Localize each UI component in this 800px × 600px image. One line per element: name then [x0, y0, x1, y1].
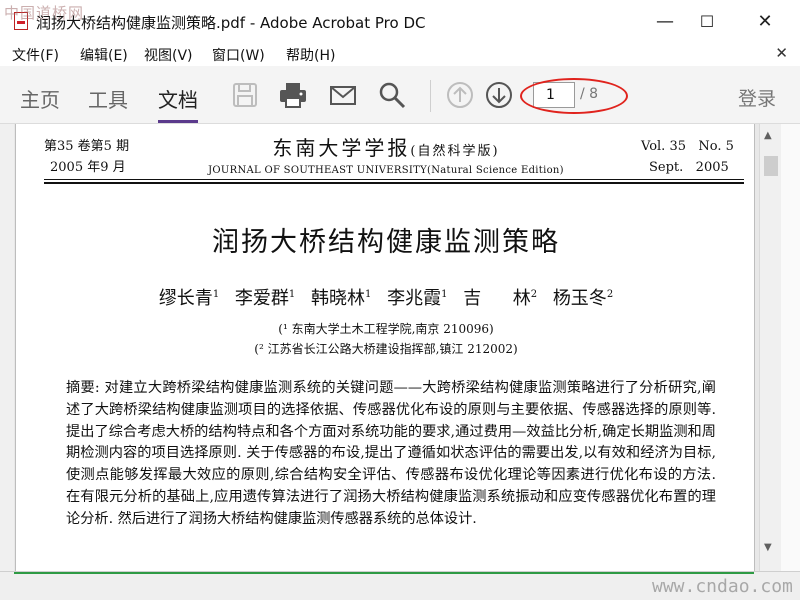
menu-bar: 文件(F) 编辑(E) 视图(V) 窗口(W) 帮助(H) ✕ [0, 44, 800, 66]
pdf-page: 第35 卷第5 期 2005 年9 月 东南大学学报(自然科学版) JOURNA… [15, 124, 755, 571]
author-list: 缪长青1 李爱群1 韩晓林1 李兆霞1 吉 林2 杨玉冬2 [16, 284, 756, 310]
login-button[interactable]: 登录 [738, 84, 776, 111]
scroll-up-arrow-icon[interactable]: ▲ [764, 130, 772, 141]
affiliation-1: (¹ 东南大学土木工程学院,南京 210096) [278, 322, 494, 336]
vertical-scrollbar[interactable]: ▲ ▼ [759, 124, 781, 571]
scrollbar-thumb[interactable] [764, 156, 778, 176]
active-tab-indicator [158, 120, 198, 123]
header-rule-thin [44, 179, 744, 180]
next-page-icon[interactable] [484, 80, 514, 110]
toolbar-separator [430, 80, 431, 112]
save-icon[interactable] [230, 80, 260, 110]
menu-file[interactable]: 文件(F) [12, 45, 59, 65]
search-icon[interactable] [377, 80, 407, 110]
abstract-text: 摘要: 对建立大跨桥梁结构健康监测系统的关键问题——大跨桥梁结构健康监测策略进行… [66, 380, 716, 527]
minimize-button[interactable]: — [652, 10, 678, 34]
close-document-button[interactable]: ✕ [775, 44, 788, 62]
journal-name-cn-sub: (自然科学版) [410, 144, 500, 159]
window-title: 润扬大桥结构健康监测策略.pdf - Adobe Acrobat Pro DC [36, 14, 426, 32]
menu-window[interactable]: 窗口(W) [212, 45, 265, 65]
paper-title: 润扬大桥结构健康监测策略 [212, 227, 560, 258]
author: 吉 林2 [463, 288, 538, 309]
issue-info: 第35 卷第5 期 2005 年9 月 [44, 136, 129, 178]
scroll-down-arrow-icon[interactable]: ▼ [764, 542, 772, 553]
author: 李爱群1 [234, 288, 296, 309]
maximize-button[interactable]: ☐ [694, 10, 720, 34]
affiliation-2: (² 江苏省长江公路大桥建设指挥部,镇江 212002) [254, 342, 518, 356]
issue-volume: 第35 卷第5 期 [44, 139, 130, 154]
menu-help[interactable]: 帮助(H) [286, 45, 335, 65]
prev-page-icon[interactable] [445, 80, 475, 110]
issue-info-en: Vol. 35 No. 5 Sept. 2005 [641, 136, 734, 178]
title-bar: 中国道桥网 润扬大桥结构健康监测策略.pdf - Adobe Acrobat P… [0, 0, 800, 44]
tab-home[interactable]: 主页 [20, 84, 60, 113]
author: 韩晓林1 [311, 288, 372, 309]
journal-header: 东南大学学报(自然科学版) JOURNAL OF SOUTHEAST UNIVE… [196, 132, 576, 176]
header-rule-thick [44, 182, 744, 184]
email-icon[interactable] [328, 80, 358, 110]
issue-date: 2005 年9 月 [50, 160, 126, 175]
toolbar: 主页 工具 文档 1 / 8 登录 [0, 66, 800, 124]
left-panel-edge [0, 124, 14, 571]
menu-view[interactable]: 视图(V) [144, 45, 193, 65]
watermark-url: www.cndao.com [652, 576, 793, 597]
right-panel-edge [781, 124, 800, 571]
date-en: Sept. 2005 [649, 160, 729, 175]
journal-name-en: JOURNAL OF SOUTHEAST UNIVERSITY(Natural … [208, 165, 564, 176]
journal-name-cn: 东南大学学报 [272, 136, 411, 160]
status-area: www.cndao.com [0, 571, 800, 600]
document-viewer[interactable]: 第35 卷第5 期 2005 年9 月 东南大学学报(自然科学版) JOURNA… [0, 124, 800, 571]
author: 缪长青1 [158, 288, 220, 309]
highlight-annotation-ellipse [520, 78, 628, 114]
tab-document[interactable]: 文档 [158, 84, 198, 113]
author: 杨玉冬2 [552, 288, 614, 309]
page-bottom-accent [14, 572, 754, 574]
volume-en: Vol. 35 No. 5 [641, 139, 734, 154]
print-icon[interactable] [278, 80, 308, 110]
close-window-button[interactable]: ✕ [752, 10, 778, 34]
tab-tools[interactable]: 工具 [88, 84, 128, 113]
author: 李兆霞1 [387, 288, 448, 309]
menu-edit[interactable]: 编辑(E) [80, 45, 128, 65]
